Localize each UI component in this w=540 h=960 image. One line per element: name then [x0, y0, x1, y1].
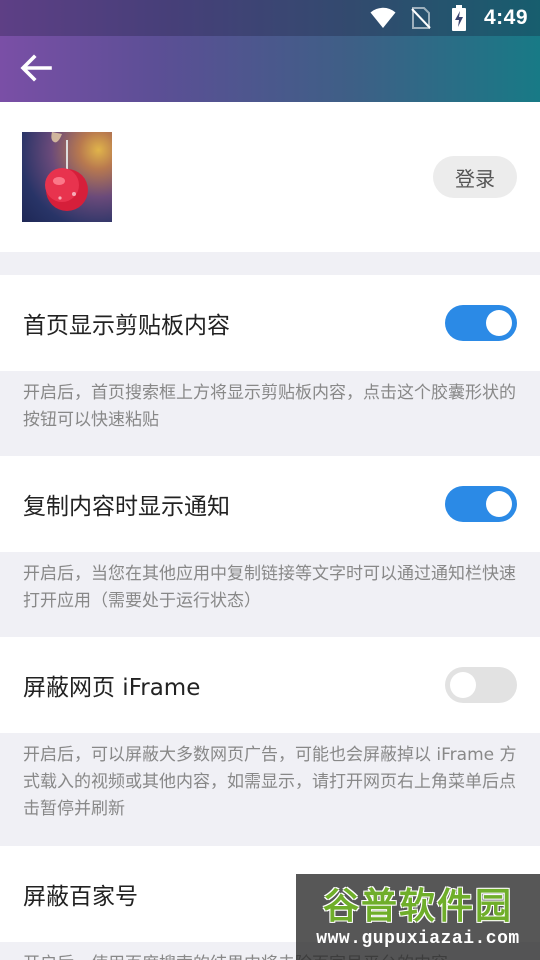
setting-description: 开启后，当您在其他应用中复制链接等文字时可以通过通知栏快速打开应用（需要处于运行… [0, 552, 540, 637]
setting-title: 屏蔽网页 iFrame [23, 675, 201, 701]
watermark-logo: 谷普软件园 www.gupuxiazai.com [296, 874, 540, 960]
setting-row-clipboard[interactable]: 首页显示剪贴板内容 [0, 275, 540, 371]
avatar[interactable] [22, 132, 112, 222]
setting-row-copy-notification[interactable]: 复制内容时显示通知 [0, 456, 540, 552]
copy-notification-toggle[interactable] [445, 486, 517, 522]
arrow-left-icon [20, 54, 52, 86]
app-header: 4:49 [0, 0, 540, 102]
toggle-knob [486, 310, 512, 336]
wifi-icon [370, 5, 396, 31]
watermark-brand: 谷普软件园 [322, 886, 513, 927]
back-button[interactable] [14, 48, 58, 92]
status-time: 4:49 [483, 6, 528, 29]
setting-title: 复制内容时显示通知 [23, 494, 230, 520]
block-iframe-toggle[interactable] [445, 667, 517, 703]
toggle-knob [450, 672, 476, 698]
status-bar: 4:49 [0, 0, 540, 36]
setting-title: 屏蔽百家号 [23, 884, 138, 910]
battery-charging-icon [446, 5, 472, 31]
watermark-url: www.gupuxiazai.com [316, 929, 520, 949]
no-sim-icon [408, 5, 434, 31]
clipboard-toggle[interactable] [445, 305, 517, 341]
setting-title: 首页显示剪贴板内容 [23, 313, 230, 339]
profile-section: 登录 [0, 102, 540, 252]
login-button[interactable]: 登录 [433, 156, 517, 198]
cherry-photo-avatar [45, 132, 88, 211]
setting-row-block-iframe[interactable]: 屏蔽网页 iFrame [0, 637, 540, 733]
toggle-knob [486, 491, 512, 517]
setting-description: 开启后，首页搜索框上方将显示剪贴板内容，点击这个胶囊形状的按钮可以快速粘贴 [0, 371, 540, 456]
setting-description: 开启后，可以屏蔽大多数网页广告，可能也会屏蔽掉以 iFrame 方式载入的视频或… [0, 733, 540, 846]
